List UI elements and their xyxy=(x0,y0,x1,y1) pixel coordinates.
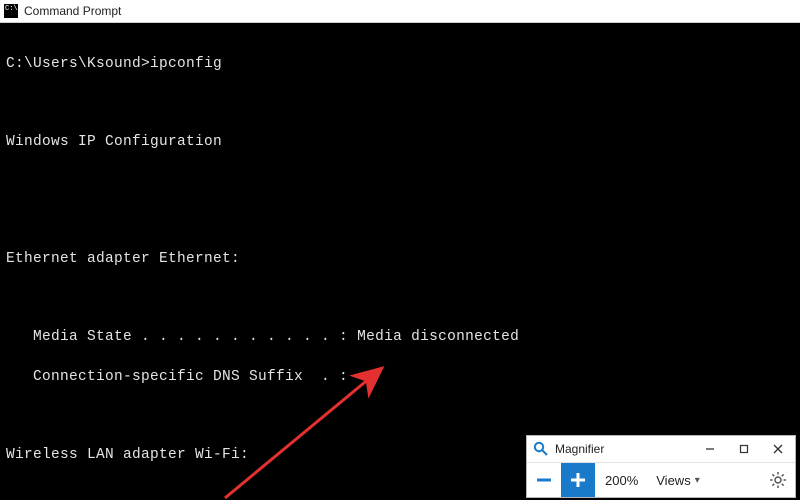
settings-button[interactable] xyxy=(761,463,795,497)
titlebar[interactable]: Command Prompt xyxy=(0,0,800,23)
views-dropdown[interactable]: Views ▾ xyxy=(648,473,707,488)
maximize-icon xyxy=(739,444,749,454)
terminal-output[interactable]: C:\Users\Ksound>ipconfig Windows IP Conf… xyxy=(0,23,800,500)
media-state-value: Media disconnected xyxy=(357,329,519,345)
magnifier-icon xyxy=(533,441,549,457)
zoom-level: 200% xyxy=(595,473,648,488)
typed-command: ipconfig xyxy=(150,56,222,72)
gear-icon xyxy=(769,471,787,489)
magnifier-window: Magnifier 200% Views ▾ xyxy=(526,435,796,498)
zoom-in-button[interactable] xyxy=(561,463,595,497)
maximize-button[interactable] xyxy=(727,436,761,462)
prompt-path: C:\Users\Ksound> xyxy=(6,56,150,72)
eth-dns-suffix: Connection-specific DNS Suffix . : xyxy=(6,368,792,388)
section-heading: Windows IP Configuration xyxy=(6,133,792,153)
zoom-out-button[interactable] xyxy=(527,463,561,497)
media-state-label: Media State . . . . . . . . . . . : xyxy=(6,329,357,345)
close-icon xyxy=(773,444,783,454)
magnifier-titlebar[interactable]: Magnifier xyxy=(527,436,795,463)
minus-icon xyxy=(534,470,554,490)
minimize-button[interactable] xyxy=(693,436,727,462)
minimize-icon xyxy=(705,444,715,454)
close-button[interactable] xyxy=(761,436,795,462)
plus-icon xyxy=(568,470,588,490)
cmd-icon xyxy=(4,4,18,18)
views-label: Views xyxy=(656,473,690,488)
magnifier-title: Magnifier xyxy=(555,442,604,456)
ethernet-header: Ethernet adapter Ethernet: xyxy=(6,250,792,270)
command-prompt-window: Command Prompt C:\Users\Ksound>ipconfig … xyxy=(0,0,800,500)
magnifier-toolbar: 200% Views ▾ xyxy=(527,463,795,497)
window-title: Command Prompt xyxy=(24,4,121,18)
chevron-down-icon: ▾ xyxy=(695,475,700,486)
